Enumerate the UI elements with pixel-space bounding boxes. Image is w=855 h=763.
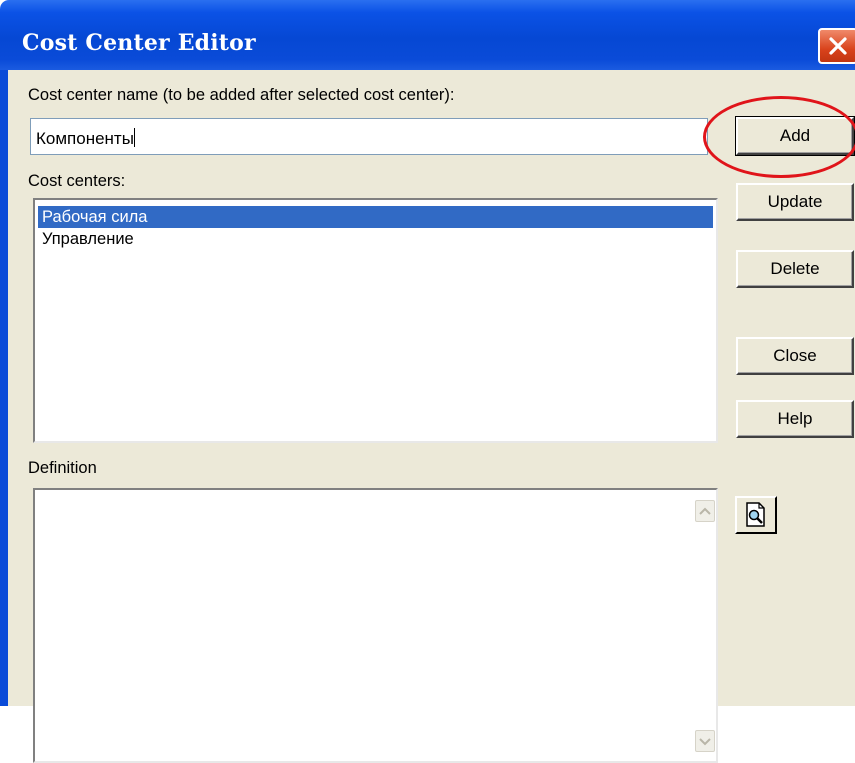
definition-textarea[interactable] <box>33 488 718 763</box>
add-button[interactable]: Add <box>735 116 855 156</box>
cost-centers-label: Cost centers: <box>28 172 126 190</box>
list-item[interactable]: Управление <box>38 228 713 250</box>
cost-center-name-input[interactable]: Компоненты <box>30 118 708 155</box>
scroll-down-button[interactable] <box>695 730 715 752</box>
cost-center-editor-window: Cost Center Editor Cost center name (to … <box>0 0 855 763</box>
close-button[interactable]: Close <box>736 337 854 375</box>
title-bar[interactable]: Cost Center Editor <box>0 0 855 70</box>
cost-center-name-label: Cost center name (to be added after sele… <box>28 86 455 104</box>
cost-center-name-value: Компоненты <box>36 129 134 148</box>
list-item[interactable]: Рабочая сила <box>38 206 713 228</box>
document-magnifier-icon <box>746 502 765 527</box>
close-icon <box>829 37 847 55</box>
cost-centers-listbox[interactable]: Рабочая сила Управление <box>33 198 718 443</box>
text-caret <box>133 128 135 147</box>
dialog-body: Cost center name (to be added after sele… <box>0 70 855 763</box>
close-window-button[interactable] <box>818 28 855 64</box>
update-button[interactable]: Update <box>736 183 854 221</box>
chevron-down-icon <box>699 738 711 746</box>
help-button[interactable]: Help <box>736 400 854 438</box>
window-title: Cost Center Editor <box>22 30 256 56</box>
preview-definition-button[interactable] <box>735 496 777 534</box>
definition-label: Definition <box>28 459 97 477</box>
delete-button[interactable]: Delete <box>736 250 854 288</box>
scroll-up-button[interactable] <box>695 500 715 522</box>
chevron-up-icon <box>699 507 711 515</box>
